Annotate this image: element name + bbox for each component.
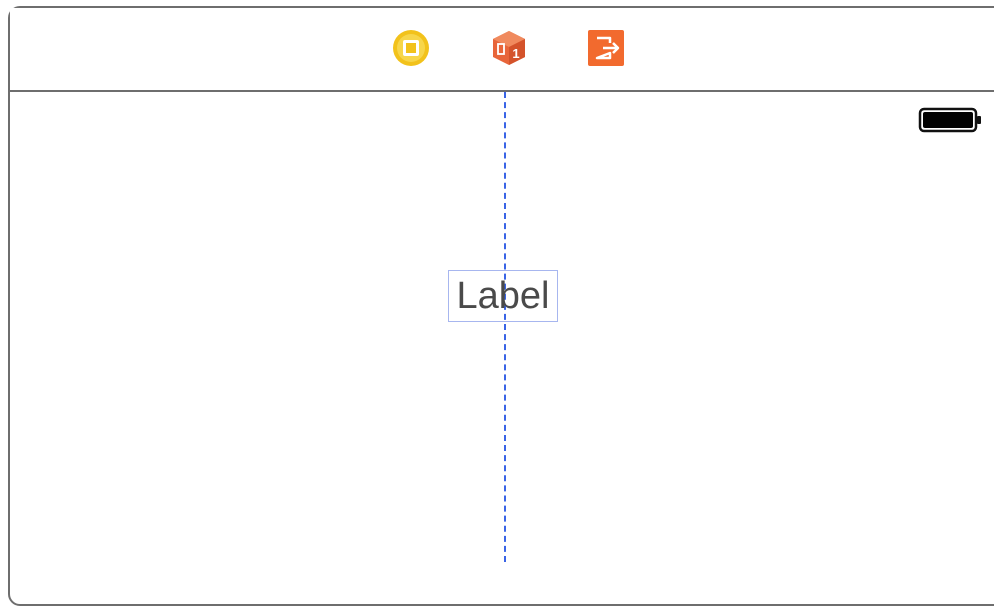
- view-canvas[interactable]: Label: [10, 92, 994, 604]
- battery-icon: [918, 106, 982, 139]
- center-alignment-guide: [504, 92, 506, 562]
- first-responder-icon[interactable]: 1: [489, 28, 529, 68]
- label-text: Label: [456, 274, 550, 317]
- view-controller-icon[interactable]: [391, 28, 431, 68]
- svg-text:1: 1: [512, 46, 519, 61]
- scene-frame: 1 Label: [8, 6, 994, 606]
- label-element[interactable]: Label: [448, 270, 558, 322]
- scene-dock: 1: [10, 8, 994, 92]
- exit-icon[interactable]: [586, 28, 626, 68]
